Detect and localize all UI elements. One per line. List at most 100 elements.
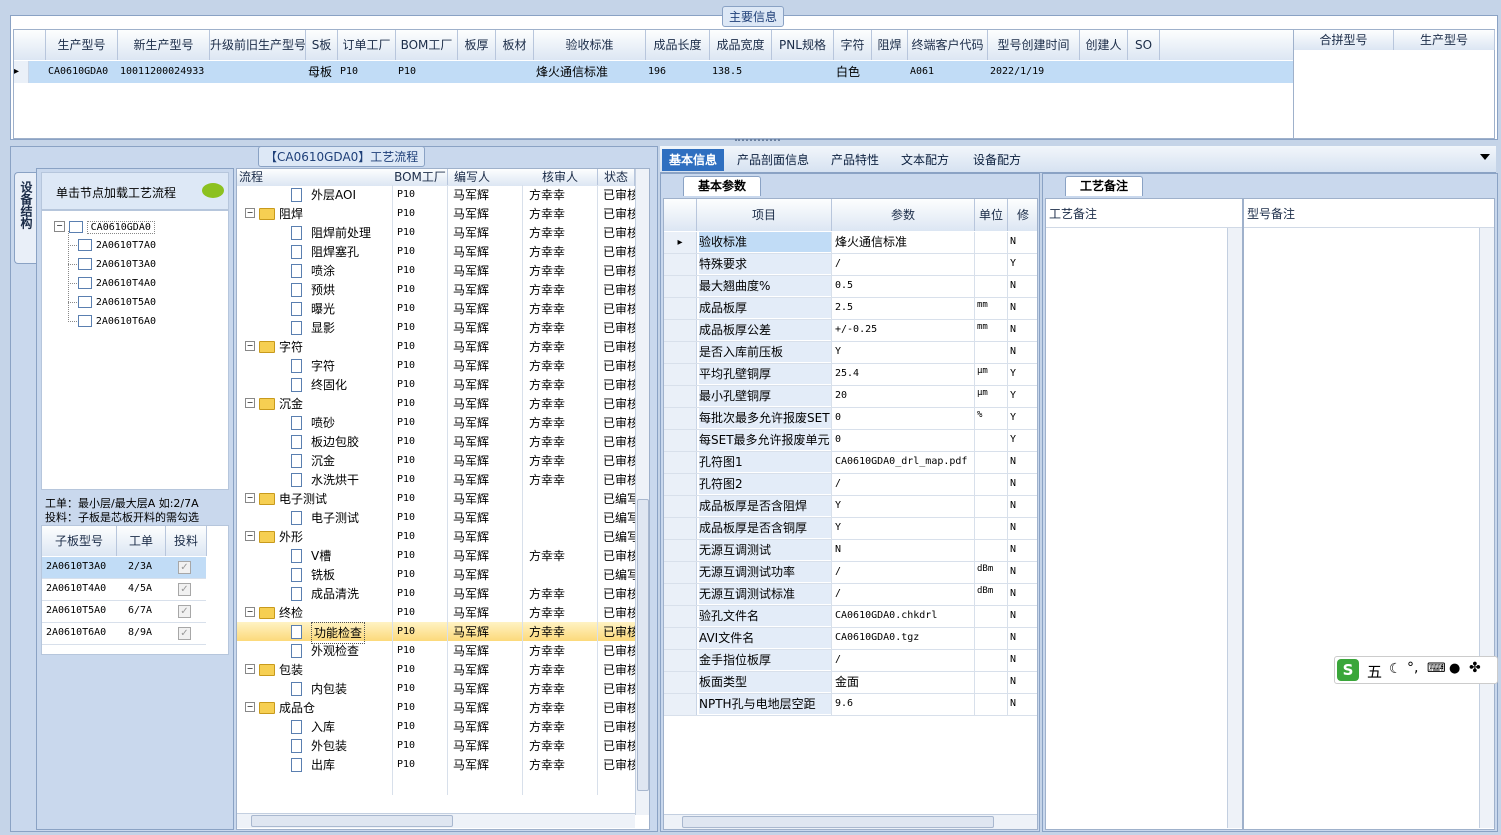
param-value[interactable]: 0	[835, 408, 973, 428]
param-value[interactable]: 20	[835, 386, 973, 406]
param-value[interactable]: Y	[835, 342, 973, 362]
main-col-header[interactable]: 成品宽度	[710, 30, 772, 60]
collapse-icon[interactable]: −	[245, 493, 255, 503]
table-row[interactable]: ▸ CA0610GDA0 10011200024933 母板 P10 P10 烽火通信标准 1…	[14, 61, 1293, 83]
flow-row[interactable]: 内包装 P10 马军辉 方幸幸 已审核	[237, 679, 635, 698]
main-col-header[interactable]: 新生产型号	[118, 30, 210, 60]
flow-row[interactable]: 终固化 P10 马军辉 方幸幸 已审核	[237, 375, 635, 394]
param-value[interactable]: +/-0.25	[835, 320, 973, 340]
corner-cell[interactable]	[664, 199, 697, 231]
flow-row[interactable]: 曝光 P10 马军辉 方幸幸 已审核	[237, 299, 635, 318]
main-cell[interactable]	[1130, 62, 1158, 82]
param-value[interactable]: 金面	[835, 672, 973, 692]
param-value[interactable]: 0.5	[835, 276, 973, 296]
process-remarks-box[interactable]: 工艺备注	[1045, 198, 1243, 830]
param-value[interactable]: 9.6	[835, 694, 973, 714]
param-value[interactable]: /	[835, 562, 973, 582]
main-cell[interactable]: 2022/1/19	[990, 62, 1078, 82]
main-cell[interactable]: P10	[398, 62, 456, 82]
main-cell[interactable]: A061	[910, 62, 986, 82]
subboard-col-header[interactable]: 投料	[166, 526, 207, 556]
flow-row[interactable]: 水洗烘干 P10 马军辉 方幸幸 已审核	[237, 470, 635, 489]
flow-hscroll[interactable]	[237, 813, 635, 828]
feed-checkbox[interactable]: ✓	[178, 583, 191, 596]
main-col-header[interactable]: 型号创建时间	[988, 30, 1080, 60]
param-value[interactable]: N	[835, 540, 973, 560]
keyboard-icon[interactable]: ⌨	[1427, 661, 1446, 676]
flow-row[interactable]: 电子测试 P10 马军辉 已编写	[237, 508, 635, 527]
flow-row[interactable]: 字符 P10 马军辉 方幸幸 已审核	[237, 356, 635, 375]
param-value[interactable]: /	[835, 254, 973, 274]
tab-text-recipe[interactable]: 文本配方	[892, 149, 958, 171]
table-row[interactable]: 2A0610T4A0 4/5A ✓	[42, 579, 206, 601]
main-col-header[interactable]: 终端客户代码	[908, 30, 988, 60]
main-cell[interactable]	[774, 62, 832, 82]
grid-icon[interactable]: ✤	[1469, 660, 1481, 676]
basic-col-header[interactable]: 参数	[832, 199, 975, 231]
collapse-icon[interactable]: −	[245, 702, 255, 712]
flow-col-header[interactable]: 状态	[598, 169, 635, 186]
flow-row[interactable]: 阻焊前处理 P10 马军辉 方幸幸 已审核	[237, 223, 635, 242]
tree-node[interactable]: 2A0610T7A0	[78, 237, 156, 251]
param-value[interactable]: CA0610GDA0.chkdrl	[835, 606, 973, 626]
param-row[interactable]: NPTH孔与电地层空距 9.6 N	[664, 694, 1037, 716]
remarks-vscroll[interactable]	[1227, 228, 1242, 828]
tab-product-feature[interactable]: 产品特性	[822, 149, 888, 171]
side-tab-device[interactable]: 设备结构	[14, 172, 37, 264]
basic-col-header[interactable]: 单位	[975, 199, 1008, 231]
basic-hscroll[interactable]	[664, 814, 1037, 829]
flow-row[interactable]: 出库 P10 马军辉 方幸幸 已审核	[237, 755, 635, 774]
flow-row[interactable]: 外观检查 P10 马军辉 方幸幸 已审核	[237, 641, 635, 660]
tab-remarks[interactable]: 工艺备注	[1065, 176, 1143, 196]
remarks-vscroll[interactable]	[1479, 228, 1494, 828]
param-value[interactable]: Y	[835, 496, 973, 516]
flow-vscroll[interactable]	[635, 169, 649, 815]
tree-node[interactable]: 2A0610T3A0	[78, 256, 156, 270]
punct-icon[interactable]: °,	[1407, 660, 1418, 676]
moon-icon[interactable]: ☾	[1389, 661, 1402, 677]
main-col-header[interactable]: 生产型号	[46, 30, 118, 60]
flow-row[interactable]: 喷砂 P10 马军辉 方幸幸 已审核	[237, 413, 635, 432]
table-row[interactable]: 2A0610T5A0 6/7A ✓	[42, 601, 206, 623]
tab-profile-info[interactable]: 产品剖面信息	[730, 149, 816, 171]
main-cell[interactable]: 196	[648, 62, 708, 82]
main-col-header[interactable]: BOM工厂	[396, 30, 458, 60]
main-cell[interactable]: 烽火通信标准	[536, 62, 644, 82]
main-cell[interactable]	[212, 62, 304, 82]
collapse-icon[interactable]: −	[245, 607, 255, 617]
collapse-icon[interactable]: −	[245, 664, 255, 674]
main-cell[interactable]: 白色	[836, 62, 870, 82]
basic-col-header[interactable]: 修	[1008, 199, 1037, 231]
table-row[interactable]: 2A0610T3A0 2/3A ✓	[42, 557, 206, 579]
param-value[interactable]: 烽火通信标准	[835, 232, 973, 252]
corner-cell[interactable]	[14, 30, 46, 60]
basic-col-header[interactable]: 项目	[697, 199, 832, 231]
ime-mode-label[interactable]: 五	[1367, 661, 1382, 682]
flow-row[interactable]: 功能检查P10马军辉方幸幸已审核	[237, 622, 635, 644]
subboard-col-header[interactable]: 子板型号	[42, 526, 117, 556]
flow-col-header[interactable]: BOM工厂	[393, 169, 448, 186]
main-cell[interactable]: CA0610GDA0	[48, 62, 116, 82]
flow-row[interactable]: 外层AOI P10 马军辉 方幸幸 已审核	[237, 185, 635, 204]
merge-col-header[interactable]: 合拼型号	[1294, 30, 1394, 50]
main-cell[interactable]	[460, 62, 494, 82]
flow-row[interactable]: − 外形 P10 马军辉 已编写	[237, 527, 635, 546]
flow-row[interactable]: − 沉金 P10 马军辉 方幸幸 已审核	[237, 394, 635, 413]
feed-checkbox[interactable]: ✓	[178, 605, 191, 618]
main-col-header[interactable]: 订单工厂	[338, 30, 396, 60]
main-cell[interactable]: 10011200024933	[120, 62, 208, 82]
ime-toolbar[interactable]: S 五 ☾ °, ⌨ ● ✤	[1334, 656, 1498, 684]
flow-row[interactable]: 外包装 P10 马军辉 方幸幸 已审核	[237, 736, 635, 755]
param-value[interactable]: /	[835, 650, 973, 670]
flow-row[interactable]: − 电子测试 P10 马军辉 已编写	[237, 489, 635, 508]
param-value[interactable]: 2.5	[835, 298, 973, 318]
flow-row[interactable]: V槽 P10 马军辉 方幸幸 已审核	[237, 546, 635, 565]
main-col-header[interactable]: 创建人	[1080, 30, 1128, 60]
param-value[interactable]: 25.4	[835, 364, 973, 384]
flow-col-header[interactable]: 核审人	[523, 169, 598, 186]
flow-row[interactable]: 显影 P10 马军辉 方幸幸 已审核	[237, 318, 635, 337]
main-cell[interactable]	[1082, 62, 1126, 82]
flow-row[interactable]: 阻焊塞孔 P10 马军辉 方幸幸 已审核	[237, 242, 635, 261]
dropdown-arrow-icon[interactable]	[1480, 154, 1490, 160]
flow-row[interactable]: − 包装 P10 马军辉 方幸幸 已审核	[237, 660, 635, 679]
